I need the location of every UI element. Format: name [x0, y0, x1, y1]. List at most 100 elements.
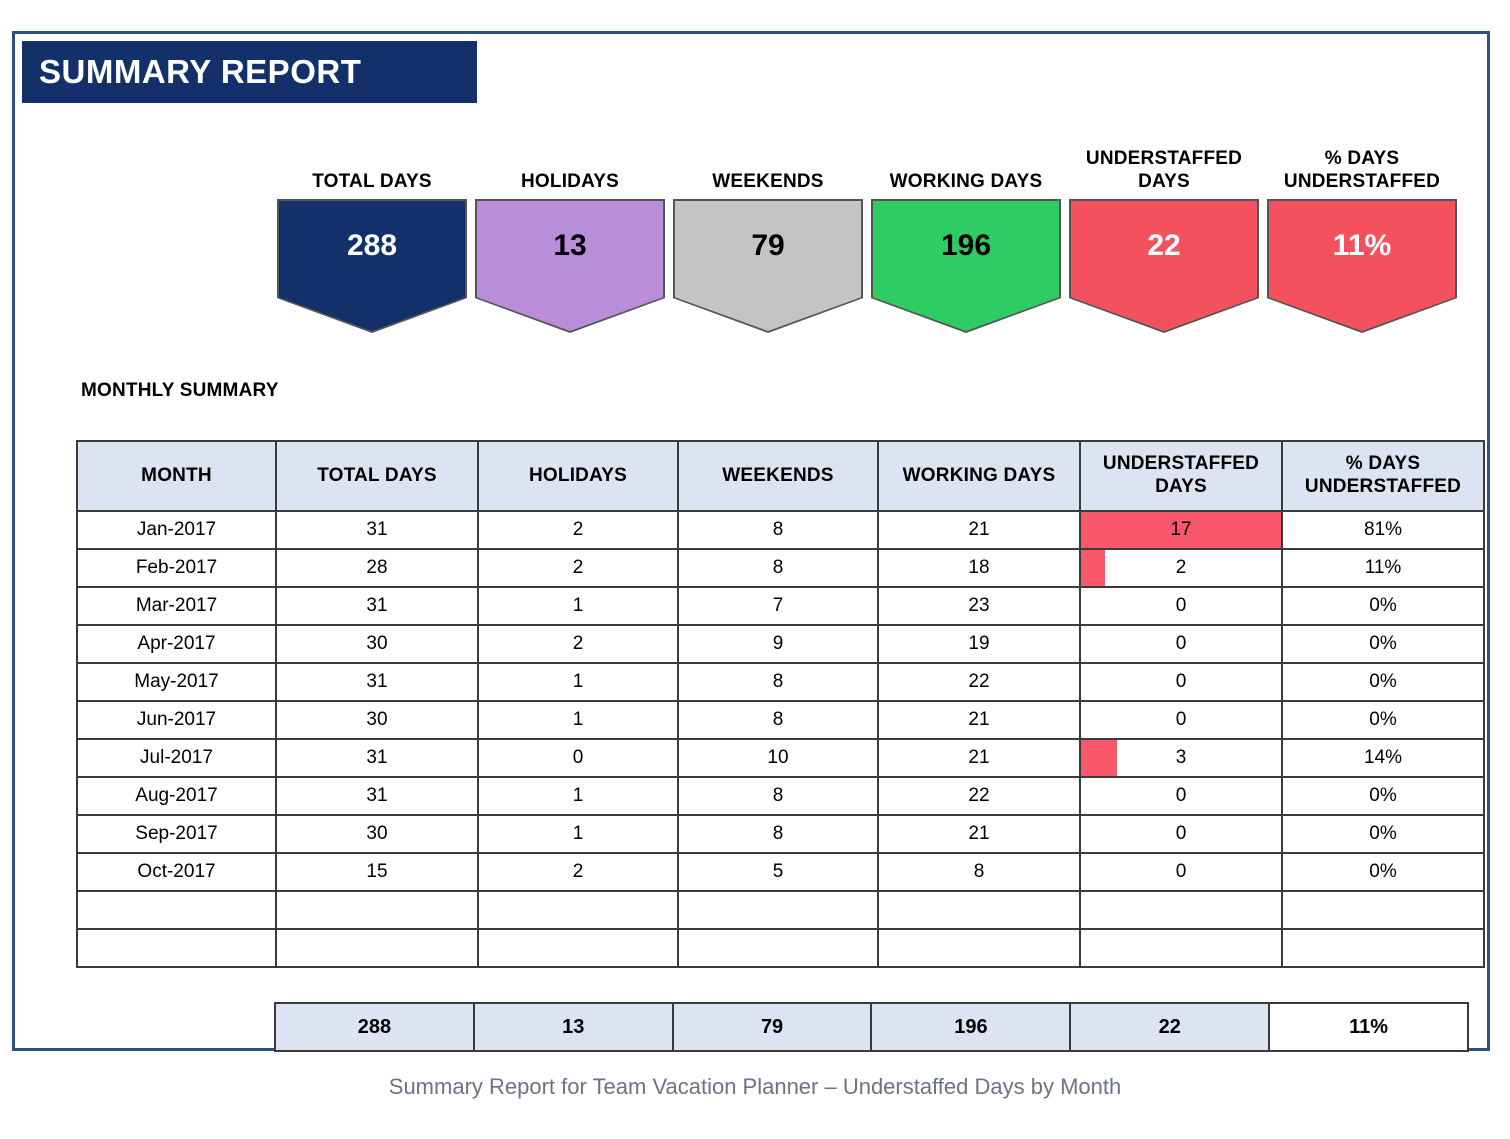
table-column-header: % DAYS UNDERSTAFFED	[1281, 440, 1485, 512]
month-cell: Jul-2017	[76, 738, 277, 778]
kpi-card-row: TOTAL DAYS 288 HOLIDAYS 13 WEEKENDS 79 WORKING…	[277, 99, 1477, 339]
working-days-total: 196	[870, 1002, 1072, 1052]
weekends-cell: 10	[677, 738, 879, 778]
column-header-line2: DAYS	[1155, 476, 1207, 497]
kpi-shape: 79	[673, 199, 863, 333]
kpi-shape-fill	[675, 201, 861, 331]
total-days-cell	[275, 890, 479, 930]
kpi-shape: 13	[475, 199, 665, 333]
kpi-value: 22	[1147, 229, 1181, 262]
understaffed-days-value: 0	[1175, 861, 1187, 882]
month-cell: Oct-2017	[76, 852, 277, 892]
working-days-cell	[877, 928, 1081, 968]
total-days-cell: 15	[275, 852, 479, 892]
weekends-cell: 9	[677, 624, 879, 664]
column-header-line1: HOLIDAYS	[528, 464, 628, 486]
kpi-label-line1: TOTAL DAYS	[312, 170, 432, 192]
column-header-line2: UNDERSTAFFED	[1304, 476, 1462, 497]
summary-report-page: SUMMARY REPORT TOTAL DAYS 288 HOLIDAYS 13 WE…	[0, 0, 1510, 1139]
report-frame: SUMMARY REPORT TOTAL DAYS 288 HOLIDAYS 13 WE…	[12, 31, 1490, 1052]
understaffed-days-value: 2	[1175, 557, 1187, 578]
table-row: Jun-2017 30 1 8 21 0 0%	[76, 700, 1485, 740]
total-days-cell: 31	[275, 586, 479, 626]
column-header-line1: WORKING DAYS	[902, 464, 1056, 486]
kpi-label: WEEKENDS	[712, 99, 823, 199]
kpi-card: WORKING DAYS 196	[871, 99, 1061, 339]
column-header-line1: % DAYS	[1345, 453, 1421, 475]
totals-row: 288 13 79 196 22 11%	[274, 1002, 1469, 1052]
month-cell: Feb-2017	[76, 548, 277, 588]
holidays-cell: 1	[477, 814, 679, 854]
total-days-cell: 31	[275, 776, 479, 816]
page-title: SUMMARY REPORT	[39, 53, 362, 90]
total-days-cell: 30	[275, 700, 479, 740]
pct-understaffed-cell: 81%	[1281, 510, 1485, 550]
pct-understaffed-cell	[1281, 890, 1485, 930]
pct-understaffed-cell: 0%	[1281, 814, 1485, 854]
kpi-value: 79	[751, 229, 785, 262]
understaffed-days-value: 0	[1175, 709, 1187, 730]
month-cell: Jan-2017	[76, 510, 277, 550]
kpi-label: WORKING DAYS	[890, 99, 1043, 199]
table-column-header: WEEKENDS	[677, 440, 879, 512]
pct-understaffed-cell: 14%	[1281, 738, 1485, 778]
holidays-cell	[477, 928, 679, 968]
kpi-shape: 288	[277, 199, 467, 333]
kpi-label-line2: UNDERSTAFFED	[1283, 170, 1441, 192]
holidays-cell: 2	[477, 510, 679, 550]
holidays-cell: 0	[477, 738, 679, 778]
table-header-row: MONTH TOTAL DAYS HOLIDAYS WEEKENDS WORKING D…	[76, 440, 1485, 512]
understaffed-days-cell: 3	[1079, 738, 1283, 778]
kpi-shape-fill	[279, 201, 465, 331]
kpi-value: 11%	[1332, 229, 1392, 262]
weekends-cell: 7	[677, 586, 879, 626]
table-row: May-2017 31 1 8 22 0 0%	[76, 662, 1485, 702]
kpi-label-line1: HOLIDAYS	[520, 170, 620, 192]
understaffed-days-value: 17	[1170, 519, 1192, 540]
kpi-card: WEEKENDS 79	[673, 99, 863, 339]
understaffed-days-cell	[1079, 890, 1283, 930]
understaffed-days-cell: 0	[1079, 776, 1283, 816]
weekends-cell: 8	[677, 662, 879, 702]
pct-understaffed-cell: 0%	[1281, 700, 1485, 740]
kpi-card: UNDERSTAFFED DAYS 22	[1069, 99, 1259, 339]
weekends-cell: 8	[677, 548, 879, 588]
pct-understaffed-cell	[1281, 928, 1485, 968]
kpi-shape-fill	[1071, 201, 1257, 331]
column-header-line1: UNDERSTAFFED	[1102, 453, 1260, 475]
table-column-header: HOLIDAYS	[477, 440, 679, 512]
working-days-cell	[877, 890, 1081, 930]
working-days-cell: 21	[877, 738, 1081, 778]
kpi-value: 288	[346, 229, 398, 262]
weekends-cell: 5	[677, 852, 879, 892]
table-row: Mar-2017 31 1 7 23 0 0%	[76, 586, 1485, 626]
month-cell: Mar-2017	[76, 586, 277, 626]
pct-understaffed-cell: 0%	[1281, 662, 1485, 702]
figure-caption: Summary Report for Team Vacation Planner…	[388, 1074, 1122, 1099]
table-column-header: MONTH	[76, 440, 277, 512]
table-row	[76, 890, 1485, 930]
month-cell	[76, 928, 277, 968]
understaffed-days-cell	[1079, 928, 1283, 968]
kpi-label-line1: % DAYS	[1324, 147, 1400, 169]
table-row: Apr-2017 30 2 9 19 0 0%	[76, 624, 1485, 664]
kpi-card: % DAYS UNDERSTAFFED 11%	[1267, 99, 1457, 339]
pct-understaffed-cell: 11%	[1281, 548, 1485, 588]
kpi-shape: 11%	[1267, 199, 1457, 333]
pct-understaffed-cell: 0%	[1281, 852, 1485, 892]
kpi-label-line1: UNDERSTAFFED	[1085, 147, 1243, 169]
kpi-label-line1: WEEKENDS	[712, 170, 824, 192]
column-header-line1: WEEKENDS	[722, 464, 834, 486]
weekends-cell: 8	[677, 700, 879, 740]
working-days-cell: 21	[877, 510, 1081, 550]
understaffed-days-cell: 17	[1079, 510, 1283, 550]
month-cell: May-2017	[76, 662, 277, 702]
understaffed-days-total: 22	[1069, 1002, 1271, 1052]
kpi-shape: 196	[871, 199, 1061, 333]
kpi-label-line2: DAYS	[1138, 170, 1190, 192]
pct-understaffed-cell: 0%	[1281, 624, 1485, 664]
table-row: Feb-2017 28 2 8 18 2 11%	[76, 548, 1485, 588]
weekends-cell	[677, 928, 879, 968]
holidays-cell: 1	[477, 776, 679, 816]
working-days-cell: 8	[877, 852, 1081, 892]
